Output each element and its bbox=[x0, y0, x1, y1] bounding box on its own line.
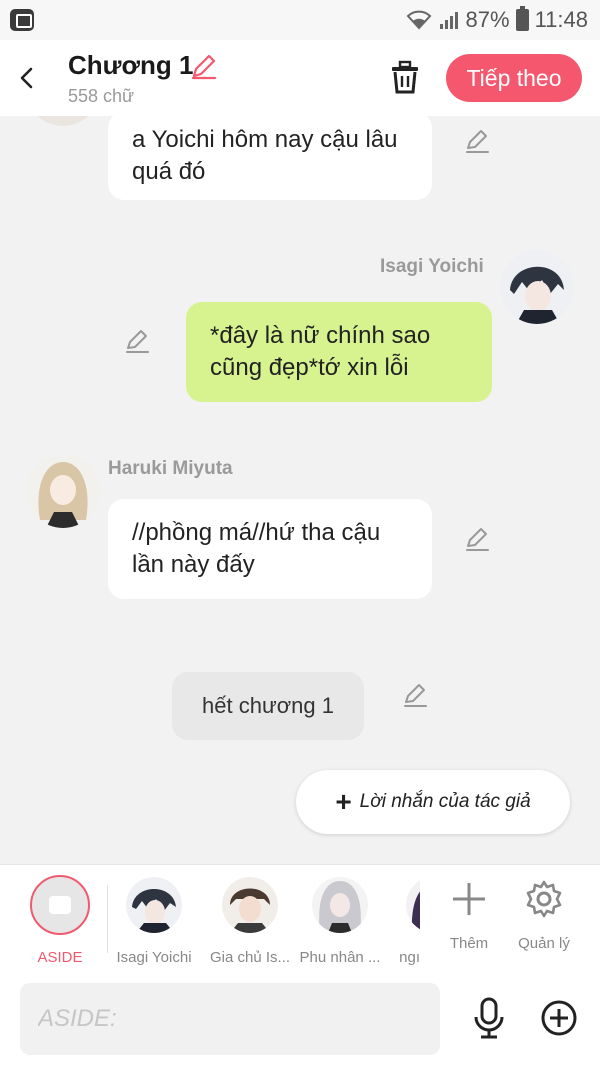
wifi-icon bbox=[406, 10, 432, 30]
signal-icon bbox=[438, 10, 460, 30]
status-right: 87% 11:48 bbox=[406, 6, 588, 34]
next-chapter-button[interactable]: Tiếp theo bbox=[446, 54, 582, 102]
delete-button[interactable] bbox=[388, 58, 422, 96]
character-phu-nhan[interactable]: Phu nhân ... bbox=[292, 873, 388, 967]
character-avatar bbox=[406, 877, 420, 933]
avatar-haruki[interactable] bbox=[26, 116, 100, 126]
manage-characters-button[interactable]: Quản lý bbox=[504, 873, 584, 963]
edit-message-pencil-icon[interactable] bbox=[402, 682, 428, 708]
author-note-label: Lời nhắn của tác giả bbox=[359, 791, 531, 812]
character-ng[interactable]: ngı bbox=[384, 873, 420, 967]
chapter-header: Chương 1 558 chữ Tiếp theo bbox=[0, 40, 600, 116]
aside-icon bbox=[30, 875, 90, 935]
message-text: //phồng má//hứ tha cậu lần này đấy bbox=[132, 519, 381, 578]
edit-title-pencil-icon[interactable] bbox=[190, 52, 218, 80]
battery-icon bbox=[515, 6, 529, 31]
message-text: hết chương 1 bbox=[202, 693, 334, 718]
trash-icon bbox=[392, 60, 418, 94]
character-bar: ASIDE Isagi Yoichi Gia chủ Is... Phu nhâ… bbox=[0, 864, 600, 971]
character-gia-chu[interactable]: Gia chủ Is... bbox=[202, 873, 298, 967]
composer bbox=[0, 971, 600, 1067]
character-avatar bbox=[126, 877, 182, 933]
manage-label: Quản lý bbox=[518, 935, 570, 952]
microphone-button[interactable] bbox=[470, 997, 508, 1039]
app-icon bbox=[10, 9, 34, 31]
microphone-icon bbox=[474, 997, 504, 1039]
chevron-left-icon bbox=[20, 67, 33, 89]
avatar-haruki[interactable] bbox=[26, 454, 100, 528]
message-bubble[interactable]: a Yoichi hôm nay cậu lâu quá đó bbox=[108, 116, 432, 200]
character-avatar bbox=[222, 877, 278, 933]
status-bar: 87% 11:48 bbox=[0, 0, 600, 40]
message-input[interactable] bbox=[20, 983, 440, 1055]
chat-area[interactable]: a Yoichi hôm nay cậu lâu quá đó Isagi Yo… bbox=[0, 116, 600, 864]
character-aside[interactable]: ASIDE bbox=[14, 873, 106, 967]
battery-percent: 87% bbox=[465, 7, 510, 32]
character-name: Isagi Yoichi bbox=[116, 949, 192, 966]
chapter-title: Chương 1 bbox=[68, 50, 194, 80]
add-label: Thêm bbox=[449, 935, 489, 952]
message-text: *đây là nữ chính sao cũng đẹp*tớ xin lỗi bbox=[210, 322, 431, 381]
plus-icon bbox=[449, 879, 489, 919]
message-bubble[interactable]: //phồng má//hứ tha cậu lần này đấy bbox=[108, 499, 432, 599]
aside-label: ASIDE bbox=[37, 949, 83, 966]
add-media-button[interactable] bbox=[540, 999, 578, 1037]
narration-bubble[interactable]: hết chương 1 bbox=[172, 672, 364, 740]
speaker-name: Haruki Miyuta bbox=[108, 458, 233, 479]
message-text: a Yoichi hôm nay cậu lâu quá đó bbox=[132, 126, 398, 185]
word-count: 558 chữ bbox=[68, 86, 135, 106]
plus-circle-icon bbox=[541, 1000, 577, 1036]
edit-message-pencil-icon[interactable] bbox=[124, 328, 150, 354]
plus-icon: + bbox=[335, 786, 352, 817]
character-isagi[interactable]: Isagi Yoichi bbox=[106, 873, 202, 967]
character-name: ngı bbox=[399, 949, 420, 966]
clock: 11:48 bbox=[534, 7, 588, 32]
avatar-isagi[interactable] bbox=[500, 250, 574, 324]
back-button[interactable] bbox=[12, 60, 42, 96]
message-bubble[interactable]: *đây là nữ chính sao cũng đẹp*tớ xin lỗi bbox=[186, 302, 492, 402]
character-avatar bbox=[312, 877, 368, 933]
edit-message-pencil-icon[interactable] bbox=[464, 526, 490, 552]
add-character-button[interactable]: Thêm bbox=[429, 873, 509, 963]
edit-message-pencil-icon[interactable] bbox=[464, 128, 490, 154]
gear-icon bbox=[524, 879, 564, 919]
speaker-name: Isagi Yoichi bbox=[380, 256, 484, 277]
character-name: Gia chủ Is... bbox=[209, 949, 291, 966]
author-note-button[interactable]: + Lời nhắn của tác giả bbox=[296, 770, 570, 834]
character-name: Phu nhân ... bbox=[299, 949, 381, 966]
